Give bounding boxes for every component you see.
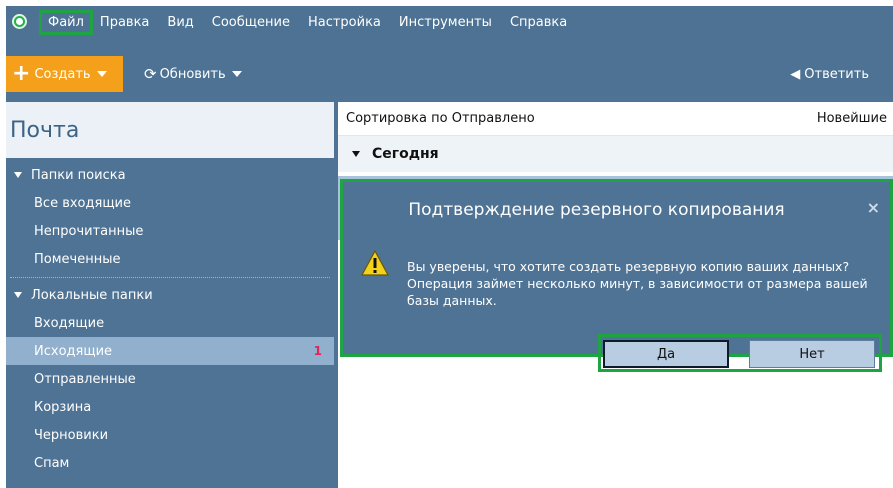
app-logo-icon	[12, 14, 27, 29]
sidebar-item-spam[interactable]: Спам	[6, 449, 334, 477]
sidebar-item-label: Черновики	[34, 427, 109, 443]
refresh-icon: ⟳	[144, 65, 157, 83]
refresh-button[interactable]: ⟳ Обновить	[144, 56, 242, 92]
menu-help[interactable]: Справка	[506, 13, 571, 32]
sort-by-button[interactable]: Сортировка по Отправлено	[346, 111, 535, 126]
section-label: Локальные папки	[31, 287, 153, 303]
menu-bar: Файл Правка Вид Сообщение Настройка Инст…	[6, 6, 893, 38]
unread-count-badge: 1	[313, 344, 322, 358]
sidebar-item-label: Корзина	[34, 399, 92, 415]
close-icon[interactable]: ×	[867, 198, 880, 217]
dialog-message: Вы уверены, что хотите создать резервную…	[407, 259, 868, 308]
yes-button[interactable]: Да	[603, 340, 729, 368]
sidebar-item-label: Спам	[34, 455, 70, 471]
sidebar-item-label: Исходящие	[34, 343, 113, 359]
sidebar-item-sent[interactable]: Отправленные	[6, 365, 334, 393]
sidebar-item-flagged[interactable]: Помеченные	[6, 245, 334, 273]
chevron-down-icon	[96, 71, 107, 77]
sidebar-header: Почта	[6, 102, 334, 158]
local-folders-toggle[interactable]: Локальные папки	[6, 281, 334, 309]
menu-file[interactable]: Файл	[39, 9, 93, 35]
group-header-today[interactable]: Сегодня	[338, 136, 893, 172]
create-button-label: Создать	[34, 66, 91, 82]
refresh-button-label: Обновить	[159, 66, 226, 82]
folder-sidebar: Почта Папки поиска Все входящие Непрочит…	[6, 102, 334, 488]
sort-bar: Сортировка по Отправлено Новейшие	[338, 102, 893, 136]
sidebar-item-label: Непрочитанные	[34, 223, 144, 239]
sidebar-item-trash[interactable]: Корзина	[6, 393, 334, 421]
expand-triangle-icon	[14, 292, 22, 298]
plus-icon: +	[12, 61, 31, 86]
reply-button-label: Ответить	[804, 66, 869, 82]
sort-order-button[interactable]: Новейшие	[817, 111, 887, 126]
warning-icon	[361, 250, 389, 276]
sidebar-title: Почта	[10, 117, 80, 143]
toolbar: + Создать ⟳ Обновить ◀ Ответить	[6, 38, 893, 96]
backup-confirm-dialog: Подтверждение резервного копирования × В…	[343, 182, 890, 354]
divider	[10, 277, 330, 278]
no-button[interactable]: Нет	[749, 340, 875, 368]
sidebar-item-all-inbox[interactable]: Все входящие	[6, 189, 334, 217]
chevron-down-icon	[231, 71, 242, 77]
sidebar-item-label: Входящие	[34, 315, 105, 331]
menu-view[interactable]: Вид	[163, 13, 197, 32]
menu-message[interactable]: Сообщение	[208, 13, 294, 32]
expand-triangle-icon	[352, 151, 360, 157]
sidebar-item-unread[interactable]: Непрочитанные	[6, 217, 334, 245]
sidebar-item-label: Все входящие	[34, 195, 132, 211]
search-folders-toggle[interactable]: Папки поиска	[6, 161, 334, 189]
sidebar-item-inbox[interactable]: Входящие	[6, 309, 334, 337]
reply-arrow-icon: ◀	[790, 66, 801, 82]
menu-tools[interactable]: Инструменты	[395, 13, 496, 32]
sidebar-item-drafts[interactable]: Черновики	[6, 421, 334, 449]
menu-items: Файл Правка Вид Сообщение Настройка Инст…	[39, 6, 581, 38]
create-button[interactable]: + Создать	[6, 56, 123, 92]
reply-button[interactable]: ◀ Ответить	[790, 56, 869, 92]
expand-triangle-icon	[14, 172, 22, 178]
section-label: Папки поиска	[31, 167, 126, 183]
menu-edit[interactable]: Правка	[96, 13, 153, 32]
dialog-title: Подтверждение резервного копирования	[408, 200, 785, 220]
menu-settings[interactable]: Настройка	[304, 13, 385, 32]
sidebar-item-outbox[interactable]: Исходящие 1	[6, 337, 334, 365]
sidebar-item-label: Помеченные	[34, 251, 121, 267]
sidebar-item-label: Отправленные	[34, 371, 136, 387]
group-label: Сегодня	[372, 146, 439, 162]
